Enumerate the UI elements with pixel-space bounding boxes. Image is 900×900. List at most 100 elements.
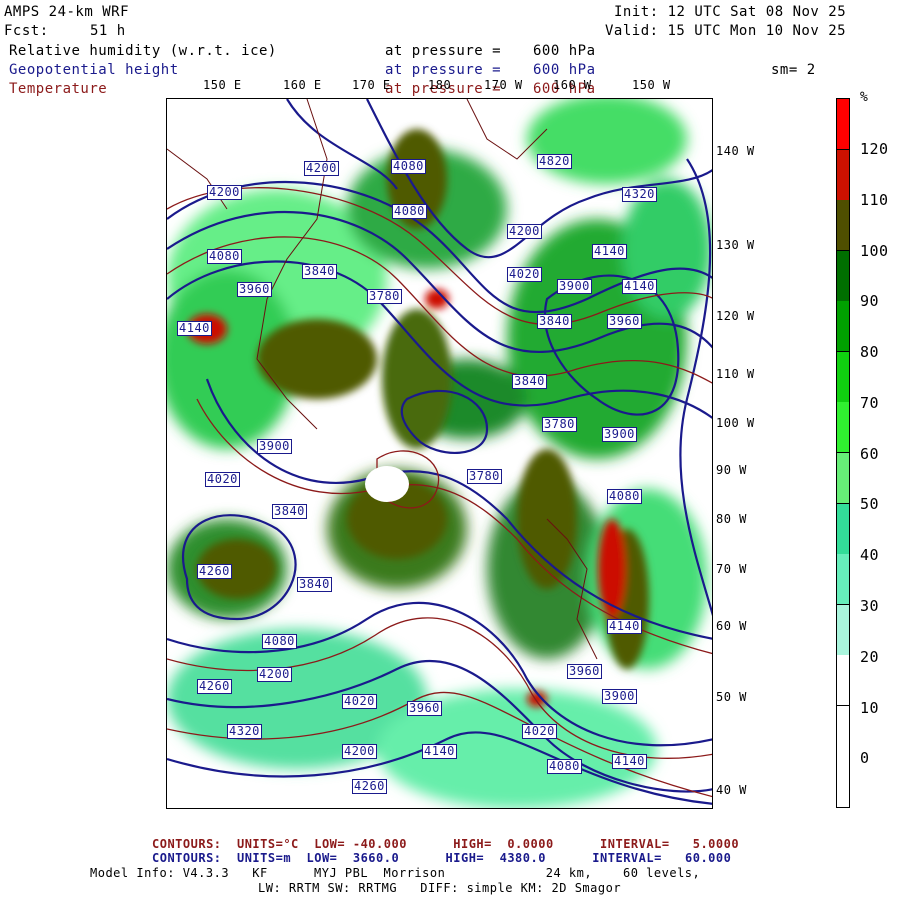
- colorbar-label: 120: [860, 140, 889, 158]
- height-label: 3960: [567, 664, 602, 679]
- colorbar-label: 90: [860, 292, 880, 310]
- colorbar-label: 20: [860, 648, 880, 666]
- lat-label: 70 W: [716, 562, 747, 576]
- height-label: 4080: [391, 159, 426, 174]
- lon-label: 150 E: [203, 78, 242, 92]
- height-label: 4080: [262, 634, 297, 649]
- height-label: 4200: [507, 224, 542, 239]
- colorbar-cell: [837, 554, 849, 606]
- lat-label: 60 W: [716, 619, 747, 633]
- dry-pocket: [365, 466, 409, 502]
- colorbar-cell: [837, 250, 849, 302]
- field-temp: Temperature: [9, 81, 108, 97]
- colorbar-cell: [837, 402, 849, 454]
- colorbar-cell: [837, 705, 849, 757]
- height-label: 4020: [507, 267, 542, 282]
- physics-info: LW: RRTM SW: RRTMG DIFF: simple KM: 2D S…: [258, 881, 622, 895]
- height-label: 3780: [542, 417, 577, 432]
- lat-label: 130 W: [716, 238, 755, 252]
- colorbar-cell: [837, 655, 849, 707]
- height-label: 3960: [607, 314, 642, 329]
- height-label: 4140: [592, 244, 627, 259]
- lat-label: 100 W: [716, 416, 755, 430]
- height-label: 4020: [205, 472, 240, 487]
- lat-label: 110 W: [716, 367, 755, 381]
- lon-label: 160 E: [283, 78, 322, 92]
- colorbar-label: 80: [860, 343, 880, 361]
- height-label: 4080: [547, 759, 582, 774]
- model-info: Model Info: V4.3.3 KF MYJ PBL Morrison 2…: [90, 866, 701, 880]
- temp-contour-info: CONTOURS: UNITS=°C LOW= -40.000 HIGH= 0.…: [152, 837, 740, 851]
- lon-label: 170 E: [352, 78, 391, 92]
- pressure-value-2: 600 hPa: [533, 62, 596, 78]
- height-label: 3840: [537, 314, 572, 329]
- lat-label: 120 W: [716, 309, 755, 323]
- colorbar-label: 0: [860, 749, 870, 767]
- lat-label: 80 W: [716, 512, 747, 526]
- height-label: 4140: [622, 279, 657, 294]
- height-label: 4200: [257, 667, 292, 682]
- colorbar-cell: [837, 99, 849, 151]
- colorbar-cell: [837, 756, 849, 808]
- colorbar-label: 50: [860, 495, 880, 513]
- height-label: 4140: [177, 321, 212, 336]
- colorbar-cell: [837, 351, 849, 403]
- colorbar-label: 60: [860, 445, 880, 463]
- smoothing-label: sm= 2: [771, 62, 816, 78]
- fcst-value: 51 h: [90, 23, 126, 39]
- field-height: Geopotential height: [9, 62, 179, 78]
- colorbar-label: 10: [860, 699, 880, 717]
- height-label: 3900: [257, 439, 292, 454]
- fcst-label: Fcst:: [4, 23, 49, 39]
- height-label: 4260: [197, 564, 232, 579]
- height-label: 3960: [407, 701, 442, 716]
- colorbar-label: 40: [860, 546, 880, 564]
- height-label: 4020: [522, 724, 557, 739]
- lon-label: 180: [428, 78, 452, 92]
- pressure-label-2: at pressure =: [385, 62, 502, 78]
- colorbar-label: 30: [860, 597, 880, 615]
- lon-label: 150 W: [632, 78, 671, 92]
- colorbar-label: 110: [860, 191, 889, 209]
- height-label: 4140: [607, 619, 642, 634]
- lat-label: 140 W: [716, 144, 755, 158]
- height-label: 4020: [342, 694, 377, 709]
- height-label: 4260: [352, 779, 387, 794]
- height-label: 4080: [392, 204, 427, 219]
- height-label: 4140: [612, 754, 647, 769]
- height-label: 4080: [607, 489, 642, 504]
- height-label: 4080: [207, 249, 242, 264]
- colorbar-cell: [837, 301, 849, 353]
- model-title: AMPS 24-km WRF: [4, 4, 130, 20]
- colorbar-cell: [837, 149, 849, 201]
- height-label: 3780: [367, 289, 402, 304]
- height-label: 3840: [272, 504, 307, 519]
- height-label: 4140: [422, 744, 457, 759]
- height-label: 3840: [512, 374, 547, 389]
- pressure-value-1: 600 hPa: [533, 43, 596, 59]
- height-contour-info: CONTOURS: UNITS=m LOW= 3660.0 HIGH= 4380…: [152, 851, 732, 865]
- lon-label: 160 W: [553, 78, 592, 92]
- height-label: 3840: [297, 577, 332, 592]
- lat-label: 90 W: [716, 463, 747, 477]
- lat-label: 50 W: [716, 690, 747, 704]
- colorbar-cell: [837, 503, 849, 555]
- height-label: 4200: [207, 185, 242, 200]
- height-label: 3960: [237, 282, 272, 297]
- height-label: 3840: [302, 264, 337, 279]
- height-label: 4320: [227, 724, 262, 739]
- colorbar-unit: %: [860, 90, 869, 105]
- colorbar-cell: [837, 604, 849, 656]
- height-label: 4260: [197, 679, 232, 694]
- height-label: 3780: [467, 469, 502, 484]
- height-label: 3900: [602, 689, 637, 704]
- height-label: 4820: [537, 154, 572, 169]
- init-time: Init: 12 UTC Sat 08 Nov 25: [614, 4, 847, 20]
- colorbar: [836, 98, 850, 808]
- field-rh: Relative humidity (w.r.t. ice): [9, 43, 277, 59]
- colorbar-label: 70: [860, 394, 880, 412]
- lon-label: 170 W: [484, 78, 523, 92]
- valid-time: Valid: 15 UTC Mon 10 Nov 25: [605, 23, 847, 39]
- height-label: 3900: [557, 279, 592, 294]
- height-label: 3900: [602, 427, 637, 442]
